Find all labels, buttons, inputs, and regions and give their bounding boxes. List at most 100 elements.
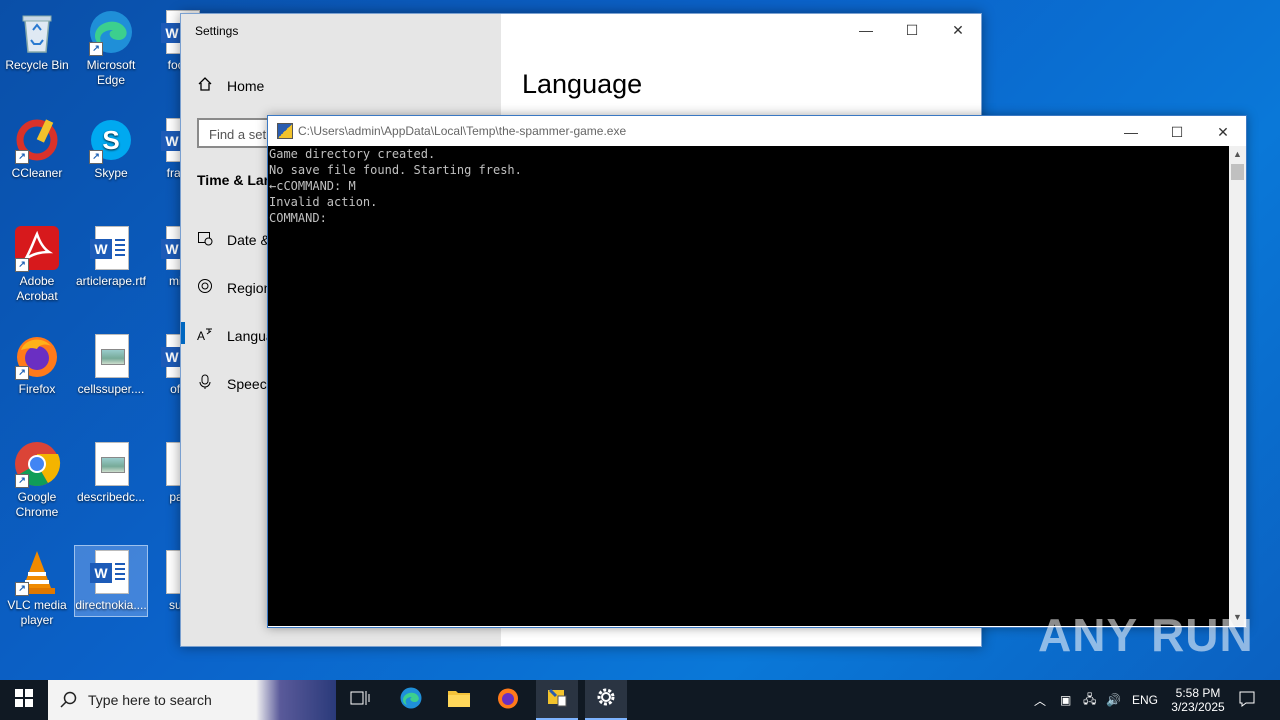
image-doc-icon <box>87 440 135 488</box>
taskbar-explorer-button[interactable] <box>438 680 480 720</box>
nav-item-speech[interactable]: Speech <box>197 374 274 393</box>
microphone-icon <box>197 374 213 393</box>
chrome-icon: ↗ <box>13 440 61 488</box>
notification-center-button[interactable] <box>1238 680 1256 720</box>
shortcut-arrow-icon: ↗ <box>15 582 29 596</box>
settings-window-title: Settings <box>195 24 239 38</box>
taskbar-search-box[interactable]: Type here to search <box>48 680 336 720</box>
console-output[interactable]: Game directory created. No save file fou… <box>268 146 1229 626</box>
settings-home-link[interactable]: Home <box>197 76 264 95</box>
taskbar: Type here to search ︿ ▣ 🖧 🔊 ENG 5:58 PM … <box>0 680 1280 720</box>
gear-icon <box>595 686 617 713</box>
maximize-icon: ☐ <box>905 21 919 38</box>
minimize-button[interactable]: — <box>843 14 889 46</box>
image-doc-icon <box>87 332 135 380</box>
globe-icon <box>197 278 213 297</box>
taskbar-edge-button[interactable] <box>390 680 432 720</box>
speaker-icon: 🔊 <box>1106 693 1121 707</box>
nav-item-label: Region <box>227 279 272 296</box>
taskbar-settings-button[interactable] <box>585 680 627 720</box>
desktop-icon-skype[interactable]: S ↗ Skype <box>75 116 147 181</box>
console-scrollbar[interactable]: ▲ ▼ <box>1229 146 1246 626</box>
nav-item-label: Date & <box>227 231 270 248</box>
desktop-icon-adobe-acrobat[interactable]: ↗ Adobe Acrobat <box>1 224 73 304</box>
network-tray-icon[interactable]: 🖧 <box>1083 680 1096 720</box>
desktop-icon-articlerape[interactable]: W articlerape.rtf <box>75 224 147 289</box>
desktop-icon-label: cellssuper.... <box>77 382 145 396</box>
vlc-icon: ↗ <box>13 548 61 596</box>
nav-item-date-time[interactable]: Date & <box>197 230 270 249</box>
svg-text:A: A <box>197 329 205 342</box>
firefox-icon <box>496 686 520 715</box>
shortcut-arrow-icon: ↗ <box>15 150 29 164</box>
notification-icon <box>1238 690 1256 711</box>
clock-time: 5:58 PM <box>1175 686 1221 700</box>
anyrun-watermark: ANY RUN <box>1038 609 1254 661</box>
desktop-icon-ccleaner[interactable]: ↗ CCleaner <box>1 116 73 181</box>
task-view-button[interactable] <box>340 680 380 720</box>
desktop-icon-label: Adobe Acrobat <box>16 274 58 303</box>
start-button[interactable] <box>0 680 48 720</box>
console-app-icon <box>277 123 293 139</box>
ccleaner-icon: ↗ <box>13 116 61 164</box>
shortcut-arrow-icon: ↗ <box>89 150 103 164</box>
desktop-icon-label: Recycle Bin <box>5 58 69 72</box>
chevron-up-icon: ︿ <box>1034 693 1047 708</box>
page-title: Language <box>522 69 643 99</box>
desktop-icon-recycle-bin[interactable]: Recycle Bin <box>1 8 73 73</box>
maximize-button[interactable]: ☐ <box>889 14 935 46</box>
clock-date: 3/23/2025 <box>1171 700 1225 714</box>
search-icon <box>60 691 78 714</box>
show-hidden-icons-button[interactable]: ︿ <box>1034 680 1046 720</box>
volume-tray-icon[interactable]: 🔊 <box>1106 680 1121 720</box>
desktop-icon-directnokia[interactable]: W directnokia.... <box>74 545 148 617</box>
desktop-icon-label: Microsoft Edge <box>86 58 136 87</box>
console-caption-buttons: — ☐ ✕ <box>1108 116 1246 148</box>
scroll-up-arrow-icon[interactable]: ▲ <box>1229 146 1246 163</box>
desktop-icon-describedc[interactable]: describedc... <box>75 440 147 505</box>
taskbar-console-button[interactable] <box>536 680 578 720</box>
console-titlebar[interactable]: C:\Users\admin\AppData\Local\Temp\the-sp… <box>268 116 1246 146</box>
minimize-icon: — <box>859 22 873 38</box>
windows-logo-icon <box>15 688 33 712</box>
word-doc-icon: W <box>87 548 135 596</box>
meet-now-tray-icon[interactable]: ▣ <box>1060 680 1071 720</box>
desktop-icon-label: CCleaner <box>11 166 63 180</box>
nav-item-language[interactable]: A Langua <box>181 322 274 345</box>
desktop-icon-vlc[interactable]: ↗ VLC media player <box>1 548 73 628</box>
close-button[interactable]: ✕ <box>935 14 981 46</box>
shortcut-arrow-icon: ↗ <box>15 474 29 488</box>
shortcut-arrow-icon: ↗ <box>89 42 103 56</box>
firefox-icon: ↗ <box>13 332 61 380</box>
settings-section-title: Time & Lan <box>197 172 273 188</box>
desktop-icon-firefox[interactable]: ↗ Firefox <box>1 332 73 397</box>
maximize-icon: ☐ <box>1170 123 1184 140</box>
edge-icon: ↗ <box>87 8 135 56</box>
settings-caption-buttons: — ☐ ✕ <box>843 14 981 46</box>
desktop-icon-microsoft-edge[interactable]: ↗ Microsoft Edge <box>75 8 147 88</box>
shortcut-arrow-icon: ↗ <box>15 258 29 272</box>
task-view-icon <box>350 689 370 712</box>
meet-icon: ▣ <box>1060 693 1072 707</box>
desktop-icon-google-chrome[interactable]: ↗ Google Chrome <box>1 440 73 520</box>
console-window[interactable]: C:\Users\admin\AppData\Local\Temp\the-sp… <box>267 115 1247 628</box>
clock[interactable]: 5:58 PM 3/23/2025 <box>1160 680 1236 720</box>
language-indicator[interactable]: ENG <box>1132 680 1158 720</box>
shortcut-arrow-icon: ↗ <box>15 366 29 380</box>
desktop-icon-label: VLC media player <box>7 598 67 627</box>
close-button[interactable]: ✕ <box>1200 116 1246 148</box>
scrollbar-thumb[interactable] <box>1231 164 1244 180</box>
desktop-icon-cellssuper[interactable]: cellssuper.... <box>75 332 147 397</box>
taskbar-firefox-button[interactable] <box>487 680 529 720</box>
desktop-icon-label: directnokia.... <box>75 598 147 612</box>
desktop-icon-label: Skype <box>94 166 128 180</box>
word-doc-icon: W <box>87 224 135 272</box>
nav-item-region[interactable]: Region <box>197 278 271 297</box>
svg-text:S: S <box>102 125 119 155</box>
acrobat-icon: ↗ <box>13 224 61 272</box>
search-highlight-image <box>256 680 336 720</box>
minimize-button[interactable]: — <box>1108 116 1154 148</box>
desktop-icon-label: Firefox <box>18 382 56 396</box>
maximize-button[interactable]: ☐ <box>1154 116 1200 148</box>
close-icon: ✕ <box>1217 123 1229 140</box>
